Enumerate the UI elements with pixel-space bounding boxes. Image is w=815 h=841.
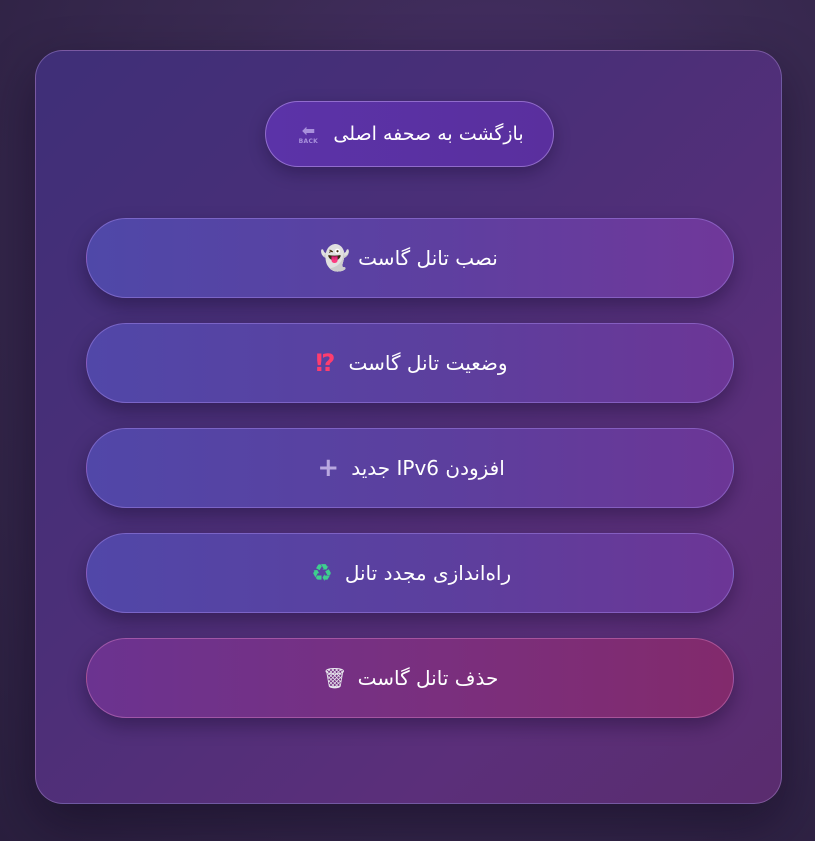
trash-icon: 🗑 — [321, 666, 348, 690]
interrobang-icon: ⁉ — [315, 349, 336, 377]
back-arrow-icon: ⬅ BACK — [298, 121, 319, 145]
install-ghost-tunnel-button[interactable]: نصب تانل گاست 👻 — [86, 218, 734, 298]
back-button-label: بازگشت به صحفه اصلی — [333, 123, 524, 145]
menu-item-label: افزودن IPv6 جدید — [351, 456, 505, 480]
back-to-home-button[interactable]: بازگشت به صحفه اصلی ⬅ BACK — [265, 101, 554, 167]
menu-item-label: وضعیت تانل گاست — [348, 351, 508, 375]
ghost-tunnel-status-button[interactable]: وضعیت تانل گاست ⁉ — [86, 323, 734, 403]
recycle-icon: ♻ — [311, 559, 333, 587]
delete-ghost-tunnel-button[interactable]: حذف تانل گاست 🗑 — [86, 638, 734, 718]
menu-item-label: حذف تانل گاست — [357, 666, 499, 690]
menu-item-label: نصب تانل گاست — [358, 246, 498, 270]
plus-icon: + — [317, 453, 340, 483]
ghost-icon: 👻 — [320, 244, 351, 272]
restart-tunnel-button[interactable]: راه‌اندازی مجدد تانل ♻ — [86, 533, 734, 613]
menu-panel: بازگشت به صحفه اصلی ⬅ BACK نصب تانل گاست… — [35, 50, 782, 804]
menu-item-label: راه‌اندازی مجدد تانل — [344, 561, 512, 585]
add-ipv6-button[interactable]: افزودن IPv6 جدید + — [86, 428, 734, 508]
